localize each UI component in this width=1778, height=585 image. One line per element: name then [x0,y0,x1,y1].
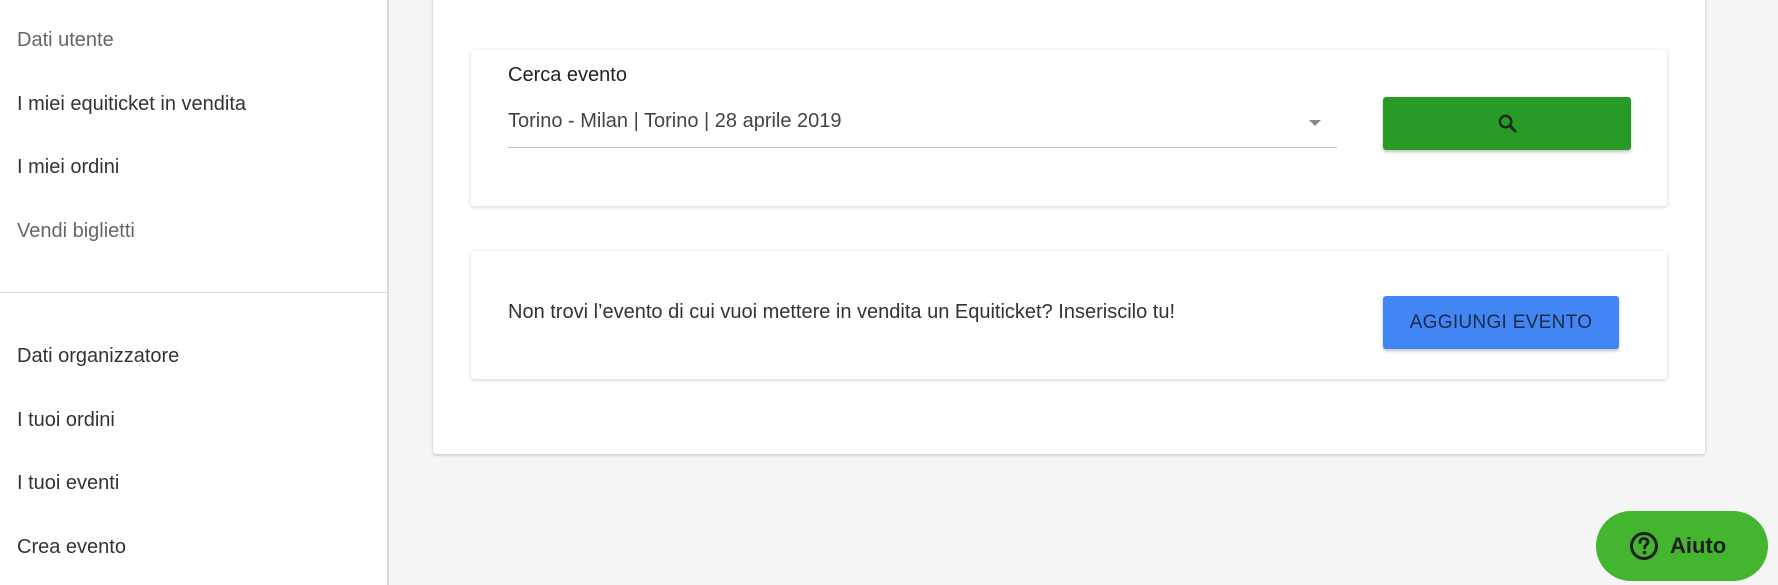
sidebar: Dati utente I miei equiticket in vendita… [0,0,389,585]
sidebar-item-dati-utente[interactable]: Dati utente [0,0,387,64]
help-label: Aiuto [1670,533,1727,558]
organizer-menu: Dati organizzatore I tuoi ordini I tuoi … [0,320,387,574]
sidebar-item-miei-ordini[interactable]: I miei ordini [0,127,387,191]
sidebar-item-tuoi-eventi[interactable]: I tuoi eventi [0,447,387,511]
search-event-label: Cerca evento [508,64,627,86]
add-event-prompt: Non trovi l’evento di cui vuoi mettere i… [508,301,1176,323]
help-button[interactable]: Aiuto [1596,511,1768,581]
add-event-panel: Non trovi l’evento di cui vuoi mettere i… [471,251,1667,379]
search-button[interactable] [1383,97,1631,150]
sidebar-item-equiticket-in-vendita[interactable]: I miei equiticket in vendita [0,64,387,128]
sidebar-divider [0,292,387,293]
user-menu: Dati utente I miei equiticket in vendita… [0,0,387,254]
event-select-value: Torino - Milan | Torino | 28 aprile 2019 [508,110,842,132]
sidebar-item-crea-evento[interactable]: Crea evento [0,511,387,575]
search-icon [1498,114,1517,133]
search-event-panel: Cerca evento Torino - Milan | Torino | 2… [471,50,1667,206]
question-circle-icon [1630,532,1658,560]
event-select[interactable]: Torino - Milan | Torino | 28 aprile 2019 [508,100,1337,148]
add-event-button[interactable]: AGGIUNGI EVENTO [1383,296,1619,349]
sidebar-item-vendi-biglietti[interactable]: Vendi biglietti [0,191,387,255]
sidebar-item-tuoi-ordini[interactable]: I tuoi ordini [0,384,387,448]
dropdown-arrow-icon [1309,120,1321,126]
sidebar-item-dati-organizzatore[interactable]: Dati organizzatore [0,320,387,384]
